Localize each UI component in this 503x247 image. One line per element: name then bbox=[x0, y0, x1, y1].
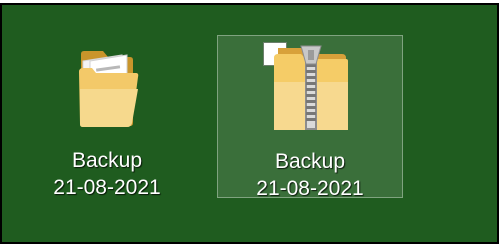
item-name-line-2: 21-08-2021 bbox=[256, 177, 364, 200]
desktop-item-label: Backup 21-08-2021 bbox=[32, 147, 182, 201]
documents-folder-icon bbox=[72, 43, 142, 131]
item-name-line-1: Backup bbox=[274, 150, 346, 173]
zip-folder-icon bbox=[270, 44, 350, 132]
desktop-item-backup-zip[interactable]: Backup 21-08-2021 bbox=[217, 35, 403, 200]
desktop-item-label: Backup 21-08-2021 bbox=[218, 148, 402, 202]
desktop: Backup 21-08-2021 Backup 21-08-2021 bbox=[0, 3, 499, 244]
desktop-item-backup-folder[interactable]: Backup 21-08-2021 bbox=[32, 35, 182, 201]
item-name-line-2: 21-08-2021 bbox=[53, 176, 161, 199]
item-name-line-1: Backup bbox=[71, 149, 143, 172]
